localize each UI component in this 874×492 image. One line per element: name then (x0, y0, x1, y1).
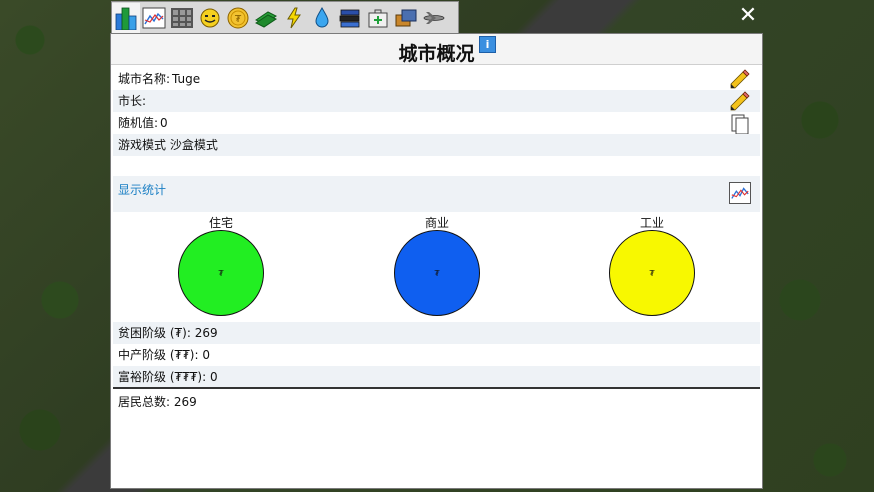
commercial-label: 商业 (424, 216, 449, 230)
city-overview-window: 城市概况 i 城市名称: Tuge 市长: 随机值: 0 游戏模式 沙盒模式 显示统… (110, 33, 763, 489)
population-row: 居民总数: 269 (113, 391, 760, 413)
books-icon (339, 9, 360, 28)
residential-symbol: ₮ (218, 268, 224, 278)
industrial-label: 工业 (639, 216, 664, 230)
rich-class-row: 富裕阶级 (₮₮₮): 0 (113, 366, 760, 388)
mayor-label: 市长: (118, 94, 147, 108)
middle-class-row: 中产阶级 (₮₮): 0 (113, 344, 760, 366)
city-name-label: 城市名称: (118, 72, 171, 86)
population-label: 居民总数: (118, 395, 171, 409)
residential-label: 住宅 (208, 216, 233, 230)
city-name-value: Tuge (172, 72, 201, 86)
happiness-tab[interactable] (196, 3, 224, 33)
buildings-icon (115, 7, 137, 30)
mayor-row: 市长: (113, 90, 760, 112)
poor-class-label: 贫困阶级 (₮): (118, 326, 191, 340)
show-stats-link[interactable]: 显示统计 (118, 183, 166, 197)
window-title: 城市概况 (398, 43, 475, 65)
edit-city-name-pencil-icon[interactable] (728, 69, 750, 89)
seed-label: 随机值: (118, 116, 159, 130)
zones-tab[interactable] (168, 3, 196, 33)
line-chart-icon (142, 7, 166, 29)
smiley-icon (200, 8, 220, 28)
medical-kit-icon (368, 9, 388, 28)
middle-class-label: 中产阶级 (₮₮): (118, 348, 199, 362)
copy-seed-document-icon[interactable] (730, 113, 750, 135)
city-info-tab[interactable] (112, 3, 140, 33)
info-icon[interactable]: i (479, 36, 496, 53)
graphs-tab[interactable] (140, 3, 168, 33)
education-tab[interactable] (336, 3, 364, 33)
transport-tab[interactable] (420, 3, 448, 33)
edit-mayor-pencil-icon[interactable] (728, 91, 750, 111)
banknote-icon (255, 11, 277, 28)
mail-icon (395, 9, 417, 27)
water-tab[interactable] (308, 3, 336, 33)
residential-circle: ₮ (178, 230, 264, 316)
population-value: 269 (173, 395, 197, 409)
game-mode-row: 游戏模式 沙盒模式 (113, 134, 760, 156)
health-tab[interactable] (364, 3, 392, 33)
industrial-circle: ₮ (609, 230, 695, 316)
middle-class-value: 0 (202, 348, 210, 362)
poor-class-row: 贫困阶级 (₮): 269 (113, 322, 760, 344)
seed-row: 随机值: 0 (113, 112, 760, 135)
seed-value: 0 (160, 116, 168, 130)
water-drop-icon (315, 6, 329, 28)
rich-class-label: 富裕阶级 (₮₮₮): (118, 370, 207, 384)
section-divider (113, 387, 760, 389)
game-mode-label: 游戏模式 (118, 138, 167, 152)
category-tab-bar: ₮ (111, 1, 459, 34)
rich-class-value: 0 (209, 370, 218, 384)
industrial-symbol: ₮ (649, 268, 655, 278)
budget-tab[interactable]: ₮ (224, 3, 252, 33)
mail-tab[interactable] (392, 3, 420, 33)
show-stats-row: 显示统计 (113, 176, 760, 212)
power-tab[interactable] (280, 3, 308, 33)
game-mode-value: 沙盒模式 (169, 138, 218, 152)
stats-chart-icon[interactable] (729, 182, 751, 204)
commercial-symbol: ₮ (434, 268, 440, 278)
grid-icon (171, 8, 193, 28)
svg-text:₮: ₮ (235, 14, 242, 25)
window-title-bar: 城市概况 i (111, 34, 762, 65)
lightning-icon (287, 7, 301, 29)
airplane-icon (423, 12, 445, 24)
coin-icon: ₮ (227, 7, 249, 29)
close-button[interactable]: ✕ (736, 4, 760, 28)
poor-class-value: 269 (194, 326, 218, 340)
commercial-circle: ₮ (394, 230, 480, 316)
money-tab[interactable] (252, 3, 280, 33)
city-name-row: 城市名称: Tuge (113, 68, 760, 90)
